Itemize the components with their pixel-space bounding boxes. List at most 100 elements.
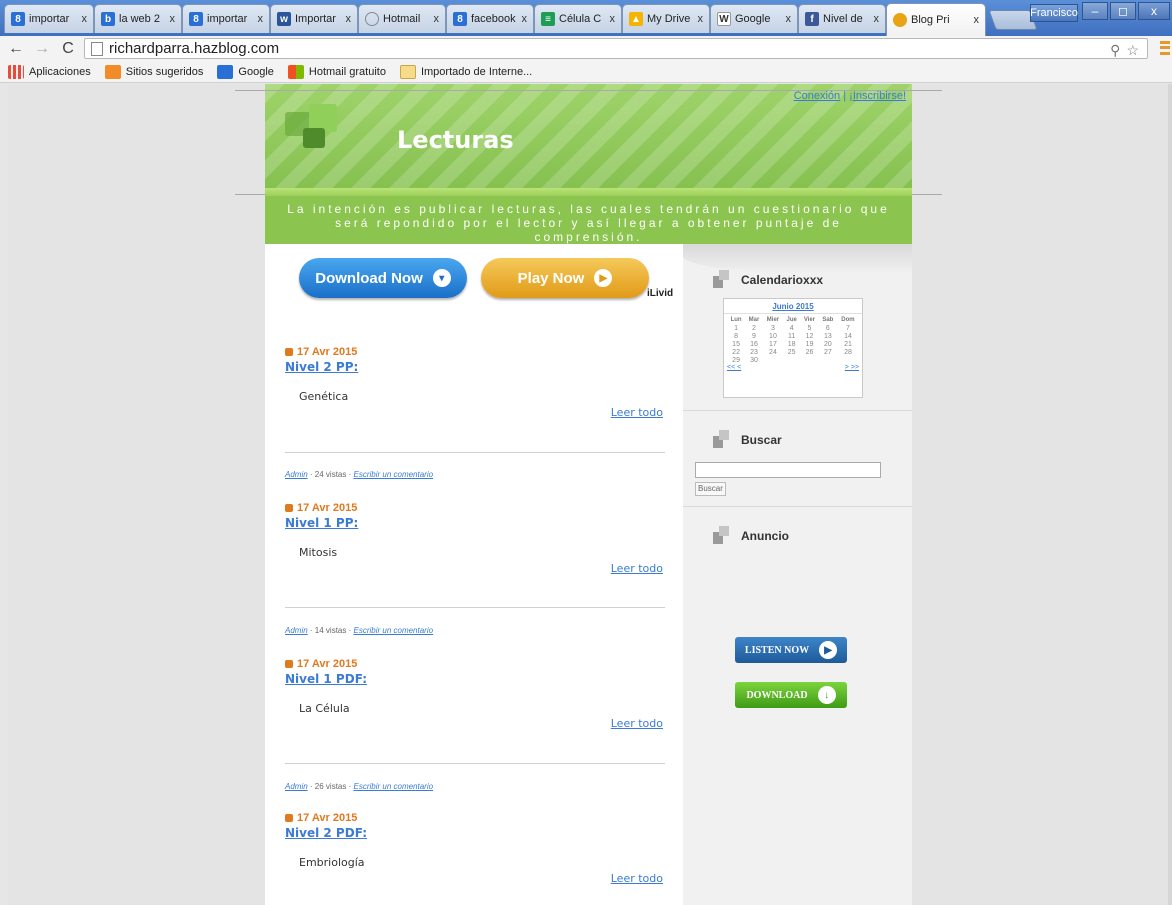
post-title-link[interactable]: Nivel 2 PP: xyxy=(285,360,665,374)
post-title-link[interactable]: Nivel 1 PDF: xyxy=(285,672,665,686)
download-button[interactable]: DOWNLOAD ↓ xyxy=(735,682,847,708)
page-scrollbar[interactable] xyxy=(1168,84,1172,905)
profile-button[interactable]: Francisco xyxy=(1030,4,1078,22)
calendar: Junio 2015 Lun Mar Mier Jue Vier Sab Dom 12345… xyxy=(723,298,863,398)
browser-tab[interactable]: ≡ Célula C x xyxy=(534,4,622,33)
browser-tab[interactable]: b la web 2 x xyxy=(94,4,182,33)
calendar-day: 18 xyxy=(787,340,796,348)
tab-close-icon[interactable]: x xyxy=(698,13,704,25)
view-count: · 26 vistas · xyxy=(307,782,354,791)
calendar-next-link[interactable]: > >> xyxy=(845,364,859,371)
post-separator xyxy=(285,452,665,453)
calendar-day: 13 xyxy=(823,332,832,340)
reload-icon[interactable]: C xyxy=(58,39,78,59)
tab-close-icon[interactable]: x xyxy=(522,13,528,25)
bookmark-hotmail[interactable]: Hotmail gratuito xyxy=(287,64,386,79)
download-arrow-icon: ↓ xyxy=(817,686,836,704)
comment-link[interactable]: Escribir un comentario xyxy=(353,470,433,479)
search-input[interactable] xyxy=(695,462,881,478)
comment-link[interactable]: Escribir un comentario xyxy=(353,626,433,635)
bookmark-imported-folder[interactable]: Importado de Interne... xyxy=(399,64,533,79)
forward-arrow-icon[interactable]: → xyxy=(32,39,52,59)
tab-close-icon[interactable]: x xyxy=(170,13,176,25)
author-link[interactable]: Admin xyxy=(285,782,308,791)
post-excerpt: Mitosis xyxy=(299,546,338,559)
widget-icon xyxy=(713,430,731,450)
browser-tab-active[interactable]: Blog Pri x xyxy=(886,3,986,36)
loading-icon xyxy=(365,12,379,26)
tab-label: Importar xyxy=(295,13,336,25)
bookmark-suggested[interactable]: Sitios sugeridos xyxy=(104,64,204,79)
calendar-month-link[interactable]: Junio 2015 xyxy=(724,299,862,314)
post: 17 Avr 2015 Nivel 1 PDF: La Célula xyxy=(285,658,665,715)
maximize-button[interactable]: ◻ xyxy=(1110,2,1136,20)
menu-icon[interactable] xyxy=(1160,40,1170,56)
bookmark-apps[interactable]: Aplicaciones xyxy=(8,64,91,79)
tab-close-icon[interactable]: x xyxy=(974,14,980,26)
bookmark-star-icon[interactable]: ☆ xyxy=(1126,42,1139,59)
bookmark-google[interactable]: Google xyxy=(217,64,274,79)
post-separator xyxy=(285,763,665,764)
download-label: DOWNLOAD xyxy=(746,689,808,701)
tab-close-icon[interactable]: x xyxy=(258,13,264,25)
calendar-day: 14 xyxy=(844,332,852,340)
account-links: Conexión | ¡Inscribirse! xyxy=(794,90,906,102)
widget-icon xyxy=(713,526,731,546)
zoom-icon[interactable]: ⚲ xyxy=(1110,42,1120,59)
calendar-day: 19 xyxy=(805,340,814,348)
login-link[interactable]: Conexión xyxy=(794,90,840,102)
bookmark-label: Importado de Interne... xyxy=(420,65,533,78)
site-icon xyxy=(893,13,907,27)
folder-icon xyxy=(399,64,416,79)
tab-close-icon[interactable]: x xyxy=(874,13,880,25)
tab-close-icon[interactable]: x xyxy=(346,13,352,25)
main-column: Download Now ▾ Play Now ▶ iLivid 17 Avr … xyxy=(265,244,683,905)
play-now-button[interactable]: Play Now ▶ xyxy=(481,258,649,298)
play-icon: ▶ xyxy=(594,269,613,287)
calendar-day: 30 xyxy=(750,356,758,364)
google-icon: 8 xyxy=(453,12,467,26)
tab-close-icon[interactable]: x xyxy=(786,13,792,25)
read-more-link[interactable]: Leer todo xyxy=(611,872,663,885)
read-more-link[interactable]: Leer todo xyxy=(611,717,663,730)
listen-now-button[interactable]: LISTEN NOW ▶ xyxy=(735,637,847,663)
calendar-week: 8 9 10 11 12 13 14 xyxy=(727,332,859,340)
search-button[interactable]: Buscar xyxy=(695,482,726,496)
blog-header: Lecturas Conexión | ¡Inscribirse! xyxy=(265,84,912,188)
back-arrow-icon[interactable]: ← xyxy=(6,39,26,59)
tab-close-icon[interactable]: x xyxy=(434,13,440,25)
calendar-prev-link[interactable]: << < xyxy=(727,364,741,371)
browser-tab[interactable]: W Google x xyxy=(710,4,798,33)
post-excerpt: Genética xyxy=(299,390,349,403)
calendar-day: 21 xyxy=(844,340,852,348)
signup-link[interactable]: ¡Inscribirse! xyxy=(849,90,906,102)
browser-tab[interactable]: ▲ My Drive x xyxy=(622,4,710,33)
browser-tab[interactable]: 8 importar x xyxy=(4,4,94,33)
tab-label: importar xyxy=(207,13,248,25)
tab-close-icon[interactable]: x xyxy=(610,13,616,25)
download-now-button[interactable]: Download Now ▾ xyxy=(299,258,467,298)
read-more-link[interactable]: Leer todo xyxy=(611,406,663,419)
browser-tab[interactable]: f Nivel de x xyxy=(798,4,886,33)
read-more-link[interactable]: Leer todo xyxy=(611,562,663,575)
widget-title: Calendarioxxx xyxy=(741,273,824,287)
author-link[interactable]: Admin xyxy=(285,470,308,479)
calendar-day: 12 xyxy=(805,332,814,340)
calendar-icon xyxy=(285,348,293,356)
browser-tab[interactable]: 8 facebook x xyxy=(446,4,534,33)
bookmark-label: Sitios sugeridos xyxy=(125,65,204,78)
browser-tab[interactable]: w Importar x xyxy=(270,4,358,33)
author-link[interactable]: Admin xyxy=(285,626,308,635)
comment-link[interactable]: Escribir un comentario xyxy=(353,782,433,791)
tab-close-icon[interactable]: x xyxy=(82,13,88,25)
browser-tab[interactable]: Hotmail x xyxy=(358,4,446,33)
post-title-link[interactable]: Nivel 2 PDF: xyxy=(285,826,665,840)
browser-tab[interactable]: 8 importar x xyxy=(182,4,270,33)
page-viewport: Lecturas Conexión | ¡Inscribirse! La int… xyxy=(8,84,1168,905)
post-title-link[interactable]: Nivel 1 PP: xyxy=(285,516,665,530)
calendar-day: 26 xyxy=(805,348,814,356)
address-bar[interactable]: richardparra.hazblog.com ⚲ ☆ xyxy=(84,38,1148,59)
minimize-button[interactable]: – xyxy=(1082,2,1108,20)
calendar-day: 27 xyxy=(823,348,832,356)
close-window-button[interactable]: x xyxy=(1138,2,1170,20)
